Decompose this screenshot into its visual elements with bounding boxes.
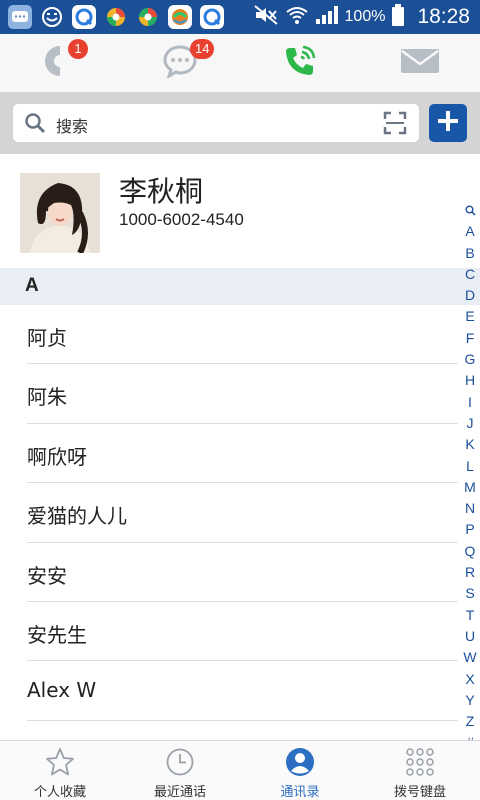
- index-letter[interactable]: S: [460, 583, 480, 604]
- section-letter: A: [25, 275, 39, 296]
- contact-name: 安先生: [27, 622, 87, 647]
- section-header: A: [0, 268, 480, 305]
- index-letter[interactable]: P: [460, 519, 480, 540]
- colorful-app-icon-2: [136, 5, 160, 29]
- my-profile-card[interactable]: 李秋桐 1000-6002-4540: [0, 154, 480, 268]
- index-letter[interactable]: I: [460, 392, 480, 413]
- nav-contacts[interactable]: 通讯录: [240, 741, 360, 800]
- contact-row[interactable]: 阿贞: [0, 305, 480, 365]
- index-letter[interactable]: N: [460, 498, 480, 519]
- system-status: 100% 18:28: [253, 0, 470, 34]
- emoji-app-icon: [40, 5, 64, 29]
- divider: [27, 719, 458, 721]
- index-letter[interactable]: B: [460, 243, 480, 264]
- dialpad-icon: [405, 747, 435, 777]
- index-letter[interactable]: J: [460, 413, 480, 434]
- message-notification-icon: [8, 5, 32, 29]
- profile-name: 李秋桐: [119, 175, 204, 208]
- nav-recent-calls[interactable]: 最近通话: [120, 741, 240, 800]
- index-letter[interactable]: U: [460, 626, 480, 647]
- index-letter[interactable]: A: [460, 221, 480, 242]
- index-letter[interactable]: Q: [460, 541, 480, 562]
- index-letter[interactable]: E: [460, 306, 480, 327]
- contact-row[interactable]: 啊欣呀: [0, 424, 480, 484]
- contact-list: 阿贞 阿朱 啊欣呀 爱猫的人儿 安安 安先生 Alex W: [0, 305, 480, 721]
- nav-dialpad[interactable]: 拨号键盘: [360, 741, 480, 800]
- market-app-icon: [168, 5, 192, 29]
- status-bar: 100% 18:28: [0, 0, 480, 34]
- index-letter[interactable]: Y: [460, 690, 480, 711]
- search-bar-row: 搜索: [0, 92, 480, 154]
- clock-icon: [165, 747, 195, 777]
- alphabet-index[interactable]: ABCDEFGHIJKLMNPQRSTUWXYZ#: [460, 200, 480, 754]
- plus-icon: [437, 110, 459, 136]
- index-letter[interactable]: G: [460, 349, 480, 370]
- colorful-app-icon: [104, 5, 128, 29]
- index-search-icon[interactable]: [460, 200, 480, 221]
- tab-messages[interactable]: 14: [120, 34, 240, 92]
- browser-q-icon: [72, 5, 96, 29]
- contact-name: 阿朱: [27, 385, 67, 410]
- index-letter[interactable]: T: [460, 605, 480, 626]
- battery-icon: [391, 4, 405, 30]
- contact-row[interactable]: 安安: [0, 543, 480, 602]
- nav-favorites[interactable]: 个人收藏: [0, 741, 120, 800]
- contact-name: 爱猫的人儿: [27, 504, 127, 529]
- index-letter[interactable]: F: [460, 328, 480, 349]
- wifi-icon: [285, 5, 309, 29]
- avatar: [20, 173, 100, 253]
- signal-icon: [315, 5, 339, 29]
- add-contact-button[interactable]: [429, 104, 467, 142]
- index-letter[interactable]: H: [460, 370, 480, 391]
- search-input[interactable]: 搜索: [13, 104, 419, 142]
- top-tab-bar: 1 14: [0, 34, 480, 92]
- index-letter[interactable]: M: [460, 477, 480, 498]
- scan-icon[interactable]: [383, 111, 407, 139]
- contacts-person-icon: [285, 747, 315, 777]
- contact-name: Alex W: [27, 678, 97, 703]
- nav-contacts-label: 通讯录: [280, 785, 320, 800]
- contact-name: 啊欣呀: [27, 444, 87, 469]
- messages-badge: 14: [190, 39, 215, 59]
- tab-favorites[interactable]: 1: [0, 34, 120, 92]
- index-letter[interactable]: L: [460, 456, 480, 477]
- index-letter[interactable]: R: [460, 562, 480, 583]
- search-icon: [24, 112, 46, 138]
- nav-favorites-label: 个人收藏: [33, 785, 86, 800]
- mail-icon: [400, 47, 440, 79]
- contact-row[interactable]: 安先生: [0, 602, 480, 662]
- profile-phone: 1000-6002-4540: [119, 210, 244, 229]
- index-letter[interactable]: Z: [460, 711, 480, 732]
- tab-mail[interactable]: [360, 34, 480, 92]
- star-icon: [45, 747, 75, 777]
- index-letter[interactable]: C: [460, 264, 480, 285]
- battery-percent: 100%: [344, 8, 386, 25]
- clock-time: 18:28: [417, 5, 470, 28]
- nav-dialpad-label: 拨号键盘: [393, 785, 446, 800]
- tab-calls[interactable]: [240, 34, 360, 92]
- notification-icons: [8, 5, 224, 29]
- contact-name: 安安: [27, 563, 67, 588]
- search-placeholder: 搜索: [56, 117, 89, 136]
- contact-row[interactable]: Alex W: [0, 661, 480, 721]
- contact-row[interactable]: 阿朱: [0, 364, 480, 424]
- mute-icon: [253, 5, 279, 29]
- contact-row[interactable]: 爱猫的人儿: [0, 483, 480, 543]
- index-letter[interactable]: D: [460, 285, 480, 306]
- browser-q-icon-2: [200, 5, 224, 29]
- index-letter[interactable]: X: [460, 669, 480, 690]
- phone-call-icon: [282, 43, 318, 83]
- nav-recent-calls-label: 最近通话: [153, 785, 206, 800]
- favorites-badge: 1: [68, 39, 88, 59]
- index-letter[interactable]: W: [460, 647, 480, 668]
- bottom-navigation: 个人收藏 最近通话 通讯录 拨号键盘: [0, 740, 480, 800]
- contact-name: 阿贞: [27, 326, 67, 350]
- index-letter[interactable]: K: [460, 434, 480, 455]
